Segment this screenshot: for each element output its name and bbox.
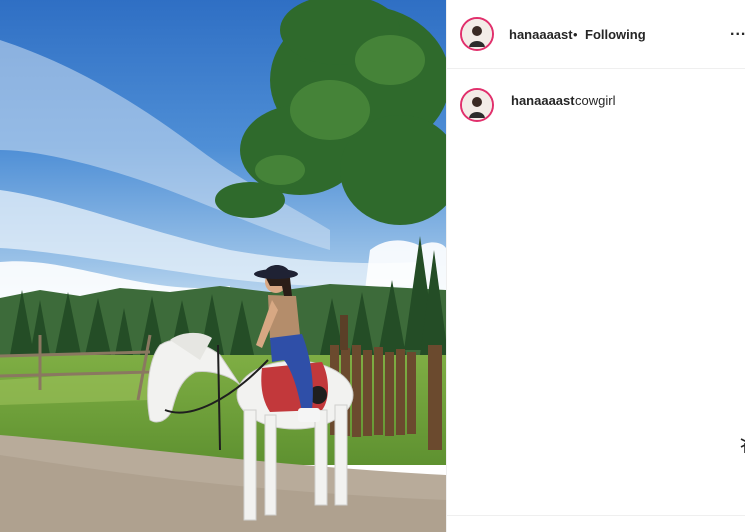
post-header: hanaaaast • Following ... xyxy=(447,0,745,69)
more-options-icon[interactable]: ... xyxy=(730,22,745,40)
caption-username[interactable]: hanaaaast xyxy=(511,93,575,108)
header-separator: • xyxy=(573,27,578,42)
post-side-panel: hanaaaast • Following ... hanaaaast cowg… xyxy=(446,0,745,532)
following-button[interactable]: Following xyxy=(585,27,646,42)
author-username[interactable]: hanaaaast xyxy=(509,27,573,42)
post-photo[interactable] xyxy=(0,0,446,532)
avatar-image xyxy=(462,19,492,49)
caption-text: cowgirl xyxy=(575,93,616,108)
caption-avatar[interactable] xyxy=(460,88,494,122)
author-avatar[interactable] xyxy=(460,17,494,51)
avatar-image xyxy=(462,90,492,120)
divider xyxy=(447,515,745,516)
post-photo-image xyxy=(0,0,446,532)
share-icon[interactable] xyxy=(740,437,745,462)
